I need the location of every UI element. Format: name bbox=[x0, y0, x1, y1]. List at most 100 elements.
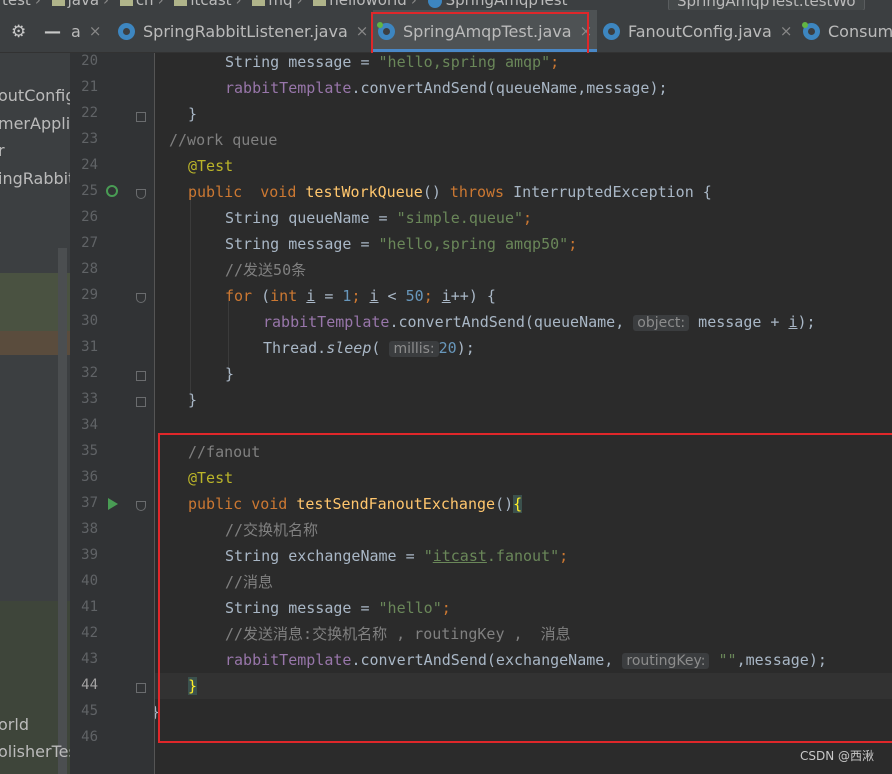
project-item[interactable]: olisherTes bbox=[0, 742, 70, 761]
class-icon bbox=[118, 22, 135, 40]
breadcrumb-item[interactable]: mq bbox=[268, 0, 292, 9]
code-line-33: } bbox=[188, 391, 198, 409]
breadcrumb-item[interactable]: test bbox=[2, 0, 31, 9]
code-line-22: } bbox=[188, 105, 198, 123]
chevron-right-icon: › bbox=[34, 0, 41, 9]
folder-icon bbox=[252, 0, 266, 6]
project-scrollbar[interactable] bbox=[58, 248, 67, 774]
code-line-31: Thread.sleep( millis: 20); bbox=[263, 339, 475, 357]
tab-spring-rabbit-listener[interactable]: SpringRabbitListener.java × bbox=[118, 10, 368, 52]
minimize-icon[interactable]: — bbox=[44, 22, 61, 42]
line-number: 27 bbox=[81, 235, 98, 251]
gear-icon[interactable]: ⚙ bbox=[11, 22, 26, 42]
class-icon bbox=[802, 21, 820, 40]
code-line-32: } bbox=[225, 365, 235, 383]
code-line-23: //work queue bbox=[169, 131, 278, 149]
line-number: 32 bbox=[81, 365, 98, 381]
chevron-right-icon: › bbox=[103, 0, 110, 9]
project-item[interactable]: r bbox=[0, 141, 5, 160]
class-icon bbox=[427, 0, 442, 8]
close-icon[interactable]: × bbox=[356, 22, 369, 40]
breadcrumb-item[interactable]: helloworld bbox=[329, 0, 407, 9]
chevron-right-icon: › bbox=[157, 0, 164, 9]
line-number: 42 bbox=[81, 625, 98, 641]
run-configuration-select[interactable]: SpringAmqpTest.testWo bbox=[668, 0, 865, 10]
project-item[interactable]: outConfig bbox=[0, 86, 70, 105]
line-number: 43 bbox=[81, 651, 98, 667]
breadcrumb-item[interactable]: SpringAmqpTest bbox=[446, 0, 568, 9]
highlight-box-tab bbox=[371, 12, 589, 55]
code-line-28: //发送50条 bbox=[225, 261, 307, 279]
fold-icon[interactable] bbox=[136, 397, 146, 407]
tab-fanout-config[interactable]: FanoutConfig.java × bbox=[603, 10, 792, 52]
line-number: 30 bbox=[81, 313, 98, 329]
line-number: 33 bbox=[81, 391, 98, 407]
line-number: 36 bbox=[81, 469, 98, 485]
line-number: 34 bbox=[81, 417, 98, 433]
chevron-right-icon: › bbox=[410, 0, 417, 9]
code-line-25: public void testWorkQueue() throws Inter… bbox=[188, 183, 712, 201]
tab-label: SpringRabbitListener.java bbox=[143, 21, 348, 41]
close-icon[interactable]: × bbox=[89, 22, 102, 40]
line-number: 25 bbox=[81, 183, 98, 199]
parameter-hint: object: bbox=[633, 315, 690, 331]
breadcrumb-item[interactable]: java bbox=[68, 0, 99, 9]
fold-icon[interactable] bbox=[136, 189, 146, 199]
fold-icon[interactable] bbox=[136, 293, 146, 303]
line-number: 20 bbox=[81, 53, 98, 69]
line-number: 46 bbox=[81, 729, 98, 745]
folder-icon bbox=[313, 0, 327, 6]
project-item[interactable]: ingRabbit bbox=[0, 169, 70, 188]
fold-icon[interactable] bbox=[136, 683, 146, 693]
folder-icon bbox=[51, 0, 65, 6]
line-number: 23 bbox=[81, 131, 98, 147]
line-number: 37 bbox=[81, 495, 98, 511]
project-panel: outConfig merApplic r ingRabbit orld oli… bbox=[0, 53, 70, 774]
breadcrumb-item[interactable]: itcast bbox=[190, 0, 231, 9]
parameter-hint: millis: bbox=[389, 341, 439, 357]
close-icon[interactable]: × bbox=[780, 22, 793, 40]
tab-label: Consume bbox=[828, 21, 892, 41]
tab-label: FanoutConfig.java bbox=[628, 21, 772, 41]
code-line-24: @Test bbox=[188, 157, 234, 175]
chevron-right-icon: › bbox=[296, 0, 303, 9]
breadcrumb-items: test › java › cn › itcast › mq › helloworld › … bbox=[2, 0, 571, 9]
code-line-20: String message = "hello,spring amqp"; bbox=[225, 53, 560, 71]
breadcrumb: test › java › cn › itcast › mq › helloworld › … bbox=[0, 0, 892, 10]
project-item[interactable]: orld bbox=[0, 715, 29, 734]
indent-guide bbox=[190, 193, 191, 403]
line-number: 39 bbox=[81, 547, 98, 563]
run-test-icon[interactable] bbox=[106, 185, 118, 197]
project-item[interactable]: merApplic bbox=[0, 114, 70, 133]
breadcrumb-item[interactable]: cn bbox=[136, 0, 154, 9]
tab-partial[interactable]: a × bbox=[71, 10, 101, 52]
highlight-box-code bbox=[158, 433, 892, 743]
code-line-27: String message = "hello,spring amqp50"; bbox=[225, 235, 578, 253]
editor-gutter: 20 21 22 23 24 25 26 27 28 29 30 31 32 3… bbox=[70, 53, 155, 774]
tab-label: a bbox=[71, 21, 81, 41]
fold-icon[interactable] bbox=[136, 371, 146, 381]
run-test-icon[interactable] bbox=[108, 498, 118, 510]
chevron-right-icon: › bbox=[235, 0, 242, 9]
folder-icon bbox=[119, 0, 133, 6]
code-line-29: for (int i = 1; i < 50; i++) { bbox=[225, 287, 496, 305]
line-number: 24 bbox=[81, 157, 98, 173]
line-number: 41 bbox=[81, 599, 98, 615]
line-number: 35 bbox=[81, 443, 98, 459]
fold-icon[interactable] bbox=[136, 112, 146, 122]
line-number: 29 bbox=[81, 287, 98, 303]
folder-icon bbox=[174, 0, 188, 6]
line-number: 26 bbox=[81, 209, 98, 225]
line-number: 31 bbox=[81, 339, 98, 355]
code-line-30: rabbitTemplate.convertAndSend(queueName,… bbox=[263, 313, 816, 331]
class-icon bbox=[603, 22, 620, 40]
watermark: CSDN @西湫 bbox=[799, 749, 874, 763]
code-line-21: rabbitTemplate.convertAndSend(queueName,… bbox=[225, 79, 668, 97]
line-number: 45 bbox=[81, 703, 98, 719]
fold-icon[interactable] bbox=[136, 501, 146, 511]
code-line-26: String queueName = "simple.queue"; bbox=[225, 209, 533, 227]
line-number-current: 44 bbox=[81, 677, 98, 693]
tab-consumer[interactable]: Consume bbox=[802, 10, 892, 52]
line-number: 22 bbox=[81, 105, 98, 121]
line-number: 28 bbox=[81, 261, 98, 277]
